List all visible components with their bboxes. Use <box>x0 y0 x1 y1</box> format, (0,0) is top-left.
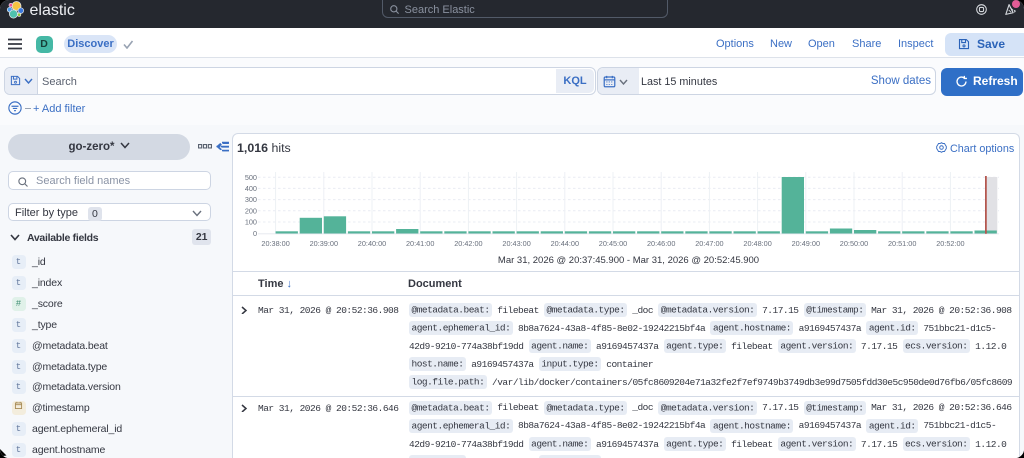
svg-text:400: 400 <box>245 184 257 193</box>
svg-text:100: 100 <box>245 218 257 227</box>
svg-text:20:44:00: 20:44:00 <box>551 239 579 248</box>
svg-text:20:40:00: 20:40:00 <box>358 239 386 248</box>
svg-text:20:42:00: 20:42:00 <box>454 239 482 248</box>
svg-text:20:39:00: 20:39:00 <box>310 239 338 248</box>
svg-text:20:45:00: 20:45:00 <box>599 239 627 248</box>
svg-text:0: 0 <box>253 229 257 238</box>
svg-text:20:43:00: 20:43:00 <box>502 239 530 248</box>
svg-text:200: 200 <box>245 206 257 215</box>
svg-text:20:50:00: 20:50:00 <box>840 239 868 248</box>
svg-text:20:38:00: 20:38:00 <box>261 239 289 248</box>
svg-text:20:49:00: 20:49:00 <box>792 239 820 248</box>
svg-text:20:47:00: 20:47:00 <box>695 239 723 248</box>
svg-text:20:41:00: 20:41:00 <box>406 239 434 248</box>
svg-text:500: 500 <box>245 173 257 182</box>
svg-text:20:48:00: 20:48:00 <box>743 239 771 248</box>
svg-text:20:52:00: 20:52:00 <box>936 239 964 248</box>
svg-text:300: 300 <box>245 195 257 204</box>
svg-text:20:46:00: 20:46:00 <box>647 239 675 248</box>
svg-text:20:51:00: 20:51:00 <box>888 239 916 248</box>
